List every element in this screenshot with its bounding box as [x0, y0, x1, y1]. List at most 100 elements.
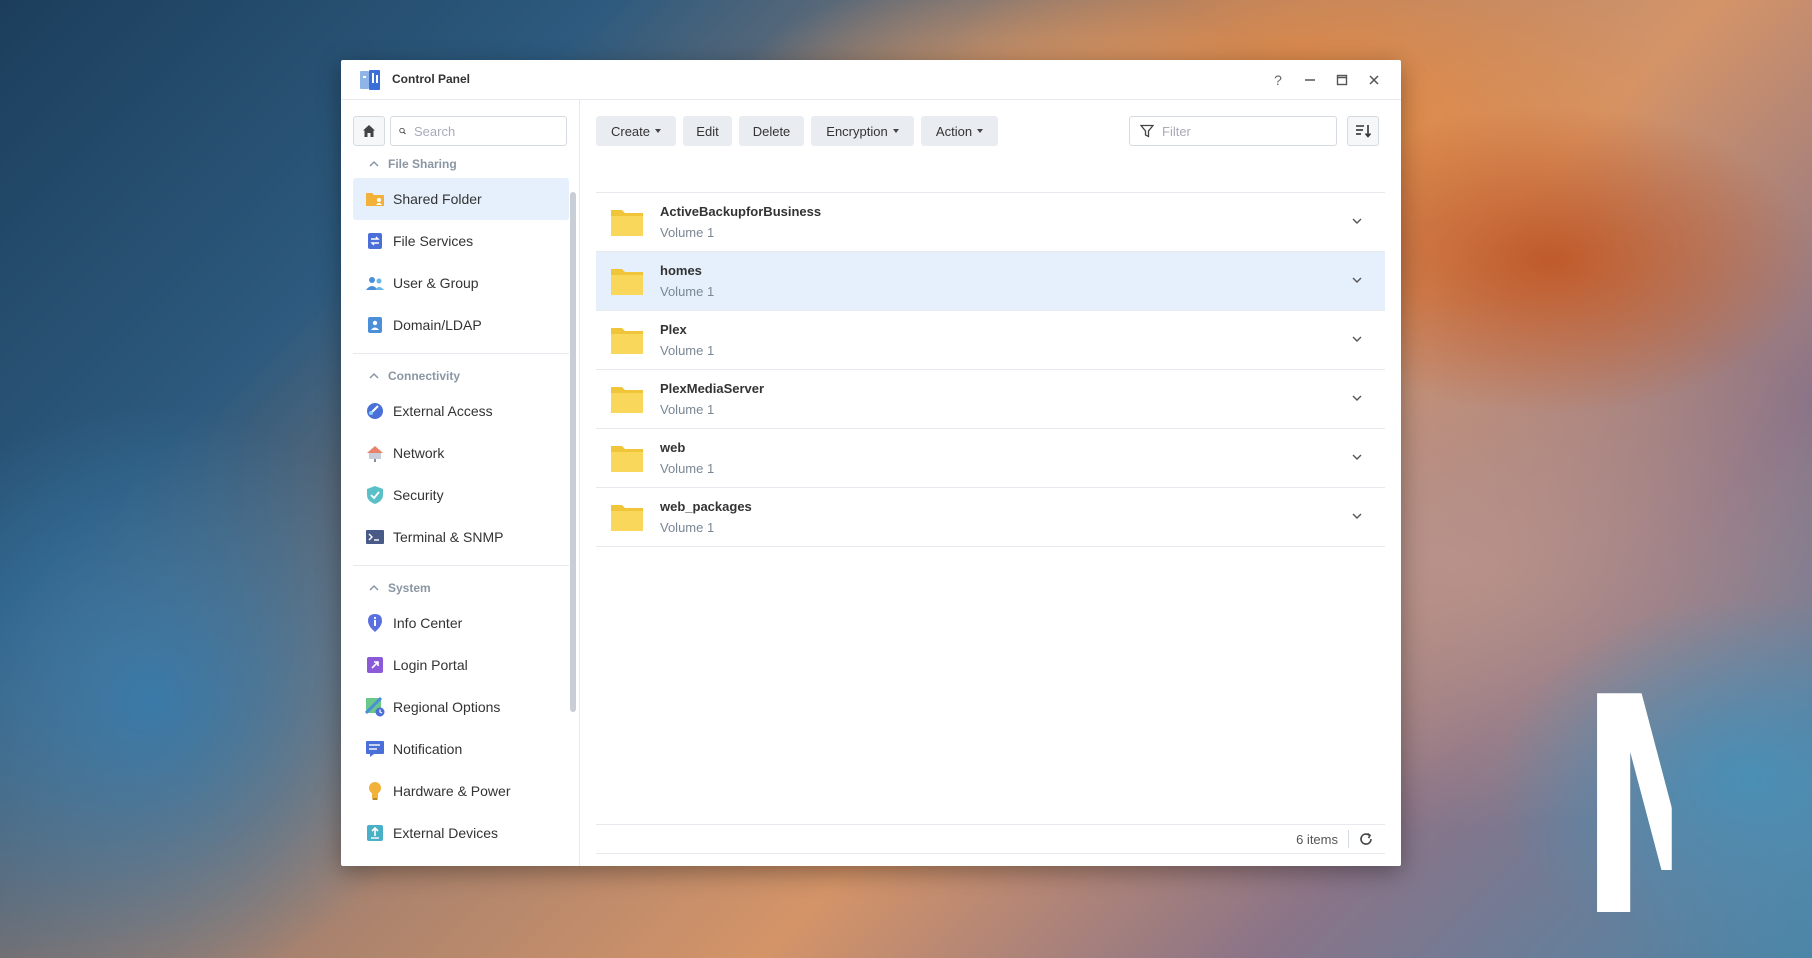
notification-icon: [365, 739, 385, 759]
chevron-down-icon[interactable]: [1351, 333, 1363, 345]
status-bar: 6 items: [596, 824, 1385, 854]
encryption-button[interactable]: Encryption: [811, 116, 914, 146]
maximize-icon: [1336, 74, 1348, 86]
sort-button[interactable]: [1347, 116, 1379, 146]
control-panel-window: Control Panel ? Search File Sharing Shar…: [341, 60, 1401, 866]
sidebar-menu: File Sharing Shared Folder File Services…: [353, 150, 569, 866]
sidebar-item-label: External Devices: [393, 825, 499, 841]
user-group-icon: [365, 273, 385, 293]
folder-row[interactable]: homes Volume 1: [596, 252, 1385, 311]
action-label: Action: [935, 123, 973, 139]
chevron-down-icon[interactable]: [1351, 215, 1363, 227]
folder-row[interactable]: web Volume 1: [596, 429, 1385, 488]
toolbar: Create Edit Delete Encryption Action: [596, 116, 1379, 146]
folder-volume: Volume 1: [660, 520, 715, 535]
close-button[interactable]: [1361, 68, 1387, 92]
folder-name: Plex: [660, 322, 687, 337]
folder-volume: Volume 1: [660, 343, 715, 358]
filter-input[interactable]: [1160, 122, 1324, 140]
action-button[interactable]: Action: [921, 116, 998, 146]
sidebar-item-notification[interactable]: Notification: [353, 728, 569, 770]
sidebar-item-external-devices[interactable]: External Devices: [353, 812, 569, 854]
refresh-icon: [1360, 832, 1372, 845]
folder-row[interactable]: web_packages Volume 1: [596, 488, 1385, 547]
delete-button[interactable]: Delete: [739, 116, 804, 146]
folder-row[interactable]: PlexMediaServer Volume 1: [596, 370, 1385, 429]
chevron-down-icon[interactable]: [1351, 451, 1363, 463]
sidebar-item-label: Shared Folder: [393, 191, 482, 207]
chevron-up-icon: [369, 159, 379, 169]
file-services-icon: [365, 231, 385, 251]
folder-icon: [611, 387, 643, 413]
shared-folder-list: ActiveBackupforBusiness Volume 1 homes V…: [596, 192, 1385, 547]
chevron-down-icon[interactable]: [1351, 392, 1363, 404]
divider: [353, 353, 569, 354]
folder-name: homes: [660, 263, 702, 278]
control-panel-app-icon: [360, 70, 380, 90]
sidebar-item-login-portal[interactable]: Login Portal: [353, 644, 569, 686]
filter-box[interactable]: [1129, 116, 1337, 146]
caret-down-icon: [977, 129, 984, 133]
edit-button[interactable]: Edit: [683, 116, 732, 146]
divider: [1348, 830, 1349, 848]
regional-options-icon: [365, 697, 385, 717]
refresh-button[interactable]: [1357, 830, 1375, 848]
item-count: 6 items: [1296, 832, 1338, 847]
folder-icon: [611, 210, 643, 236]
wallpaper-logo: M: [1580, 686, 1672, 932]
sidebar-item-hardware-power[interactable]: Hardware & Power: [353, 770, 569, 812]
sidebar-item-domain-ldap[interactable]: Domain/LDAP: [353, 304, 569, 346]
divider: [353, 565, 569, 566]
folder-row[interactable]: ActiveBackupforBusiness Volume 1: [596, 193, 1385, 252]
sidebar-item-security[interactable]: Security: [353, 474, 569, 516]
sidebar-item-user-group[interactable]: User & Group: [353, 262, 569, 304]
folder-volume: Volume 1: [660, 284, 715, 299]
group-label: System: [388, 581, 431, 595]
sidebar-item-shared-folder[interactable]: Shared Folder: [353, 178, 569, 220]
folder-icon: [611, 505, 643, 531]
sidebar-item-external-access[interactable]: External Access: [353, 390, 569, 432]
chevron-down-icon[interactable]: [1351, 274, 1363, 286]
shield-icon: [365, 485, 385, 505]
lightbulb-icon: [365, 781, 385, 801]
sidebar-item-regional-options[interactable]: Regional Options: [353, 686, 569, 728]
shared-folder-icon: [365, 189, 385, 209]
minimize-button[interactable]: [1297, 68, 1323, 92]
sidebar-item-network[interactable]: Network: [353, 432, 569, 474]
chevron-up-icon: [369, 583, 379, 593]
home-icon: [363, 125, 375, 137]
folder-row[interactable]: Plex Volume 1: [596, 311, 1385, 370]
sidebar-search[interactable]: [390, 116, 567, 146]
sidebar-item-info-center[interactable]: Info Center: [353, 602, 569, 644]
sidebar-item-terminal-snmp[interactable]: Terminal & SNMP: [353, 516, 569, 558]
filter-icon: [1140, 124, 1154, 138]
folder-volume: Volume 1: [660, 461, 715, 476]
sidebar-item-label: Info Center: [393, 615, 463, 631]
folder-icon: [611, 328, 643, 354]
chevron-up-icon: [369, 371, 379, 381]
sidebar-item-label: Network: [393, 445, 445, 461]
sidebar-item-label: Login Portal: [393, 657, 468, 673]
sidebar-scrollbar[interactable]: [570, 192, 576, 712]
group-system[interactable]: System: [353, 574, 569, 602]
help-button[interactable]: ?: [1265, 68, 1291, 92]
folder-volume: Volume 1: [660, 402, 715, 417]
create-button[interactable]: Create: [596, 116, 676, 146]
group-connectivity[interactable]: Connectivity: [353, 362, 569, 390]
caret-down-icon: [655, 129, 662, 133]
search-input[interactable]: [412, 122, 566, 140]
folder-name: web: [660, 440, 686, 455]
sidebar-item-file-services[interactable]: File Services: [353, 220, 569, 262]
window-title: Control Panel: [392, 72, 471, 86]
group-file-sharing[interactable]: File Sharing: [353, 150, 569, 178]
maximize-button[interactable]: [1329, 68, 1355, 92]
chevron-down-icon[interactable]: [1351, 510, 1363, 522]
external-devices-icon: [365, 823, 385, 843]
folder-name: ActiveBackupforBusiness: [660, 204, 822, 219]
login-portal-icon: [365, 655, 385, 675]
home-button[interactable]: [353, 116, 385, 146]
encryption-label: Encryption: [826, 123, 888, 139]
sidebar-item-label: User & Group: [393, 275, 479, 291]
sidebar-item-label: External Access: [393, 403, 493, 419]
sidebar-item-label: Terminal & SNMP: [393, 529, 504, 545]
